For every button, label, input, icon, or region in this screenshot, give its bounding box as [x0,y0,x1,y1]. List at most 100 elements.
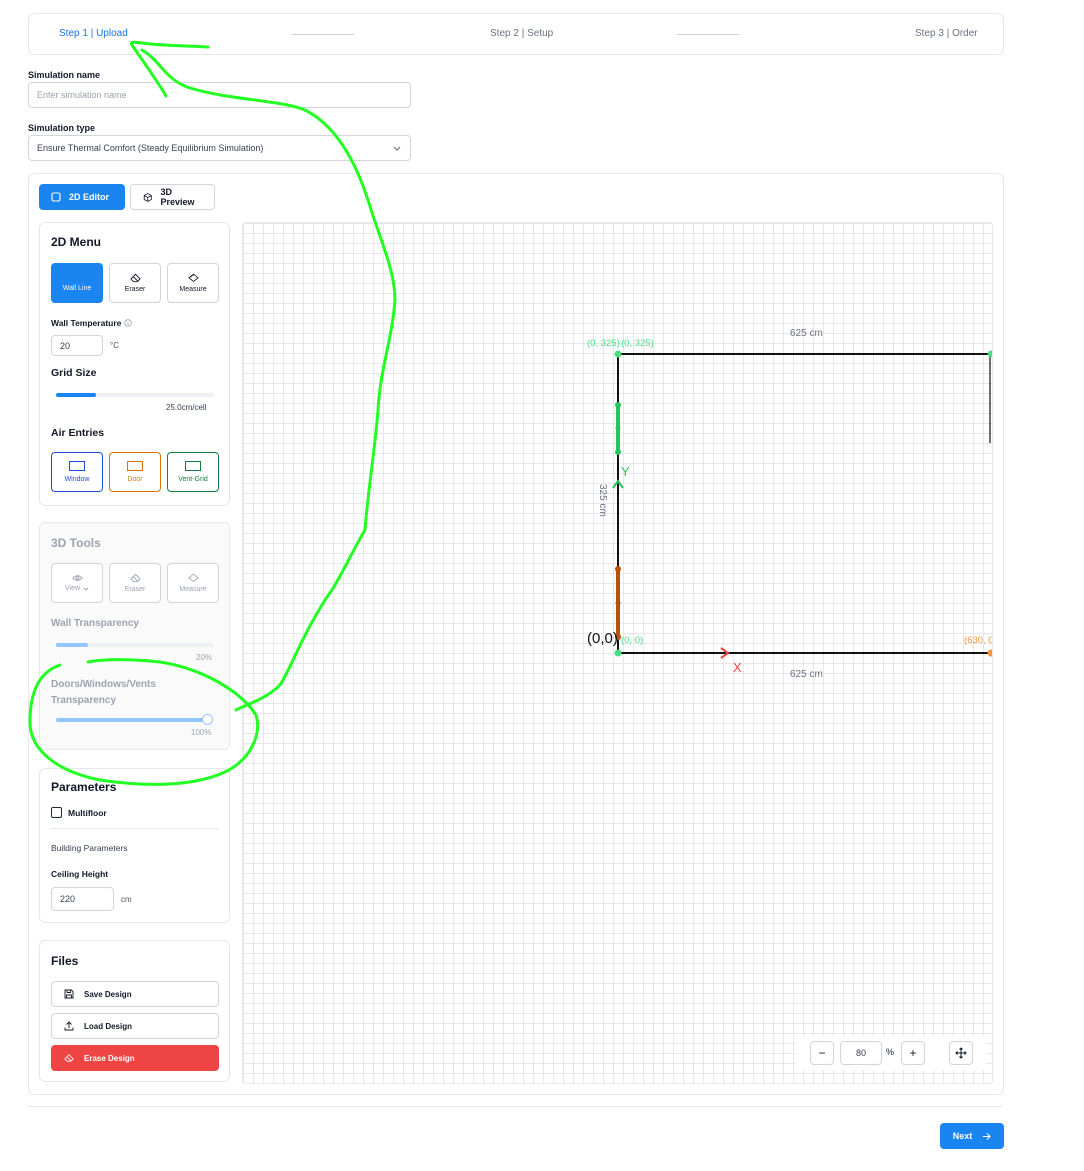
save-design-label: Save Design [84,989,132,999]
save-design-button[interactable]: Save Design [51,981,219,1007]
wall-line-label: Wall Line [62,285,92,292]
wall-transparency-slider-fill [56,643,88,647]
vent-grid-button[interactable]: Vent-Grid [167,452,219,492]
multifloor-checkbox[interactable] [51,807,62,818]
erase-design-label: Erase Design [84,1053,135,1063]
dwv-transparency-slider-fill [56,718,208,722]
square-icon [51,192,61,202]
next-label: Next [952,1131,973,1141]
erase-design-button[interactable]: Erase Design [51,1045,219,1071]
3d-eraser-button[interactable]: Eraser [109,563,161,603]
measure-button[interactable]: Measure [167,263,219,303]
corner-label-top-left-2: (0, 325) [621,338,654,349]
view-label-text: View [64,585,81,592]
measure-label: Measure [179,286,207,293]
wall-temperature-input[interactable]: 20 [51,335,103,356]
window-button[interactable]: Window [51,452,103,492]
parameters-title: Parameters [51,780,117,794]
dwv-transparency-slider[interactable] [56,718,208,722]
step-3-order[interactable]: Step 3 | Order [915,28,978,39]
eraser-label: Eraser [124,286,146,293]
multifloor-row[interactable]: Multifloor [51,807,107,818]
wall-transparency-slider[interactable] [56,643,214,647]
ruler-icon [187,273,199,283]
eraser-icon [129,573,141,583]
door-button[interactable]: Door [109,452,161,492]
wall-transparency-label: Wall Transparency [51,618,139,629]
3d-tools-card [39,522,230,750]
tab-3d-preview-label: 3D Preview [160,187,195,207]
3d-measure-label: Measure [179,586,207,593]
ceiling-height-input[interactable]: 220 [51,887,114,911]
top-width-label: 625 cm [790,328,823,339]
origin-label-small: (0, 0) [621,635,643,646]
eye-icon [71,575,83,581]
zoom-input[interactable]: 80 [840,1041,882,1065]
dwv-transparency-label: Doors/Windows/Vents Transparency [51,679,156,706]
upload-icon [64,1021,74,1031]
tab-3d-preview[interactable]: 3D Preview [130,184,215,210]
ceiling-height-value: 220 [60,894,76,904]
zoom-in-button[interactable]: + [901,1041,925,1065]
floor-plan-drawing: 625 cm 625 cm 325 cm (0, 325) (0, 325) (… [587,328,993,680]
save-icon [64,989,74,999]
view-button[interactable]: View [51,563,103,603]
3d-measure-button[interactable]: Measure [167,563,219,603]
zoom-out-button[interactable]: − [810,1041,834,1065]
corner-point-origin[interactable] [614,649,622,657]
minus-icon: − [818,1046,826,1060]
wall-temperature-label-row: Wall Temperature [51,318,133,328]
stepper-divider [677,34,740,35]
grid-size-slider-fill [56,393,96,397]
air-entries-label: Air Entries [51,427,105,439]
dwv-transparency-slider-thumb[interactable] [202,714,213,725]
cube-icon [143,192,152,202]
corner-point-top-left[interactable] [614,350,622,358]
move-icon [955,1047,967,1059]
simulation-name-input[interactable]: Enter simulation name [28,82,411,108]
step-1-upload[interactable]: Step 1 | Upload [59,28,128,39]
vent-grid-icon [185,461,201,471]
next-button[interactable]: Next [940,1123,1004,1149]
eraser-button[interactable]: Eraser [109,263,161,303]
grid-size-slider[interactable] [56,393,214,397]
load-design-button[interactable]: Load Design [51,1013,219,1039]
tab-2d-editor[interactable]: 2D Editor [39,184,125,210]
corner-point-top-right[interactable] [987,350,993,358]
window-label: Window [64,476,90,483]
3d-tools-title: 3D Tools [51,536,101,550]
door-midpoint[interactable] [615,600,621,606]
simulation-type-select[interactable]: Ensure Thermal Comfort (Steady Equilibri… [28,135,411,161]
corner-label-top-left-1: (0, 325) [587,338,620,349]
chevron-down-icon [393,146,401,151]
building-parameters-label: Building Parameters [51,843,128,853]
vent-grid-endpoint[interactable] [615,449,621,455]
vent-grid-endpoint[interactable] [615,402,621,408]
window-icon [69,461,85,471]
simulation-type-label: Simulation type [28,123,96,133]
vent-grid-midpoint[interactable] [615,425,621,431]
y-axis-label: Y [621,464,630,479]
corner-point-bottom-right[interactable] [987,649,993,657]
x-axis-label: X [733,660,742,675]
door-label: Door [127,476,143,483]
wall-transparency-value: 20% [196,653,213,662]
wall-line-button[interactable]: Wall Line [51,263,103,303]
vent-grid-label: Vent-Grid [178,476,208,483]
step-2-setup[interactable]: Step 2 | Setup [490,28,553,39]
eraser-icon [129,273,141,283]
pan-button[interactable] [949,1041,973,1065]
height-label: 325 cm [597,484,608,517]
door-endpoint[interactable] [615,566,621,572]
parameters-divider [51,828,219,829]
info-icon[interactable] [124,319,133,327]
wall-temperature-label: Wall Temperature [51,318,122,328]
footer-divider [28,1106,1002,1107]
ceiling-height-unit: cm [121,895,132,904]
load-design-label: Load Design [84,1021,133,1031]
3d-eraser-label: Eraser [124,586,146,593]
simulation-name-label: Simulation name [28,70,101,80]
design-canvas[interactable]: 625 cm 625 cm 325 cm (0, 325) (0, 325) (… [242,222,993,1084]
grid-size-label: Grid Size [51,367,97,379]
origin-label-big: (0,0) [587,630,618,647]
